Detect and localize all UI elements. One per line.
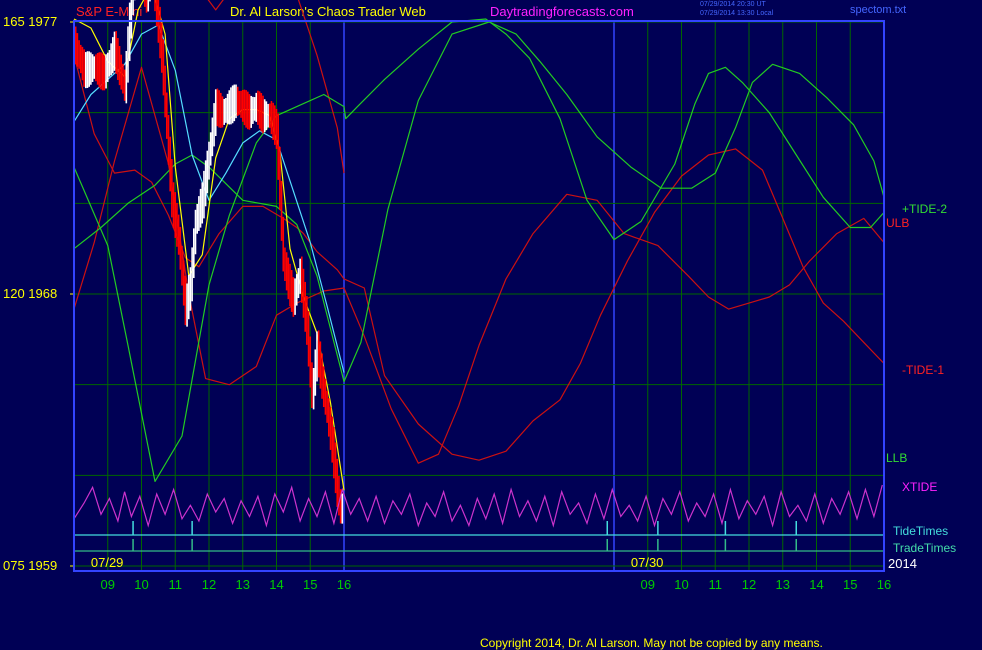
x-tick-label: 10 <box>674 577 688 592</box>
tradetimes-label: TradeTimes <box>893 541 957 555</box>
plot-frame <box>73 20 885 572</box>
x-tick-label: 13 <box>776 577 790 592</box>
price-chart: 09 10 11 12 13 14 15 16 09 10 11 12 13 14 15 16 165 1977… <box>3 0 891 592</box>
x-tick-label: 10 <box>134 577 148 592</box>
llb-label: LLB <box>886 451 908 465</box>
xtide-label: XTIDE <box>902 480 938 494</box>
x-tick-label: 12 <box>202 577 216 592</box>
x-tick-label: 11 <box>169 577 183 592</box>
lower-red-band-line <box>73 55 885 461</box>
date-label: 07/29 <box>91 555 124 570</box>
date-label: 07/30 <box>631 555 664 570</box>
x-tick-label: 12 <box>742 577 756 592</box>
x-tick-label: 14 <box>809 577 823 592</box>
y-axis-label: 165 1977 <box>3 14 57 29</box>
tide1-label: -TIDE-1 <box>902 363 944 377</box>
year-label: 2014 <box>888 556 917 571</box>
x-tick-label: 14 <box>269 577 283 592</box>
x-tick-label: 15 <box>303 577 317 592</box>
x-tick-label: 16 <box>337 577 351 592</box>
x-tick-label: 16 <box>877 577 891 592</box>
x-tick-label: 13 <box>236 577 250 592</box>
tidetimes-label: TideTimes <box>893 524 949 538</box>
y-axis-label: 075 1959 <box>3 558 57 573</box>
tide2-label: +TIDE-2 <box>902 202 948 216</box>
xtide-line <box>73 484 883 528</box>
x-tick-label: 11 <box>709 577 723 592</box>
ulb-label: ULB <box>886 216 910 230</box>
x-tick-label: 09 <box>641 577 655 592</box>
x-tick-label: 15 <box>843 577 857 592</box>
x-tick-label: 09 <box>101 577 115 592</box>
y-axis-label: 120 1968 <box>3 286 57 301</box>
copyright-notice: Copyright 2014, Dr. Al Larson. May not b… <box>480 636 823 650</box>
